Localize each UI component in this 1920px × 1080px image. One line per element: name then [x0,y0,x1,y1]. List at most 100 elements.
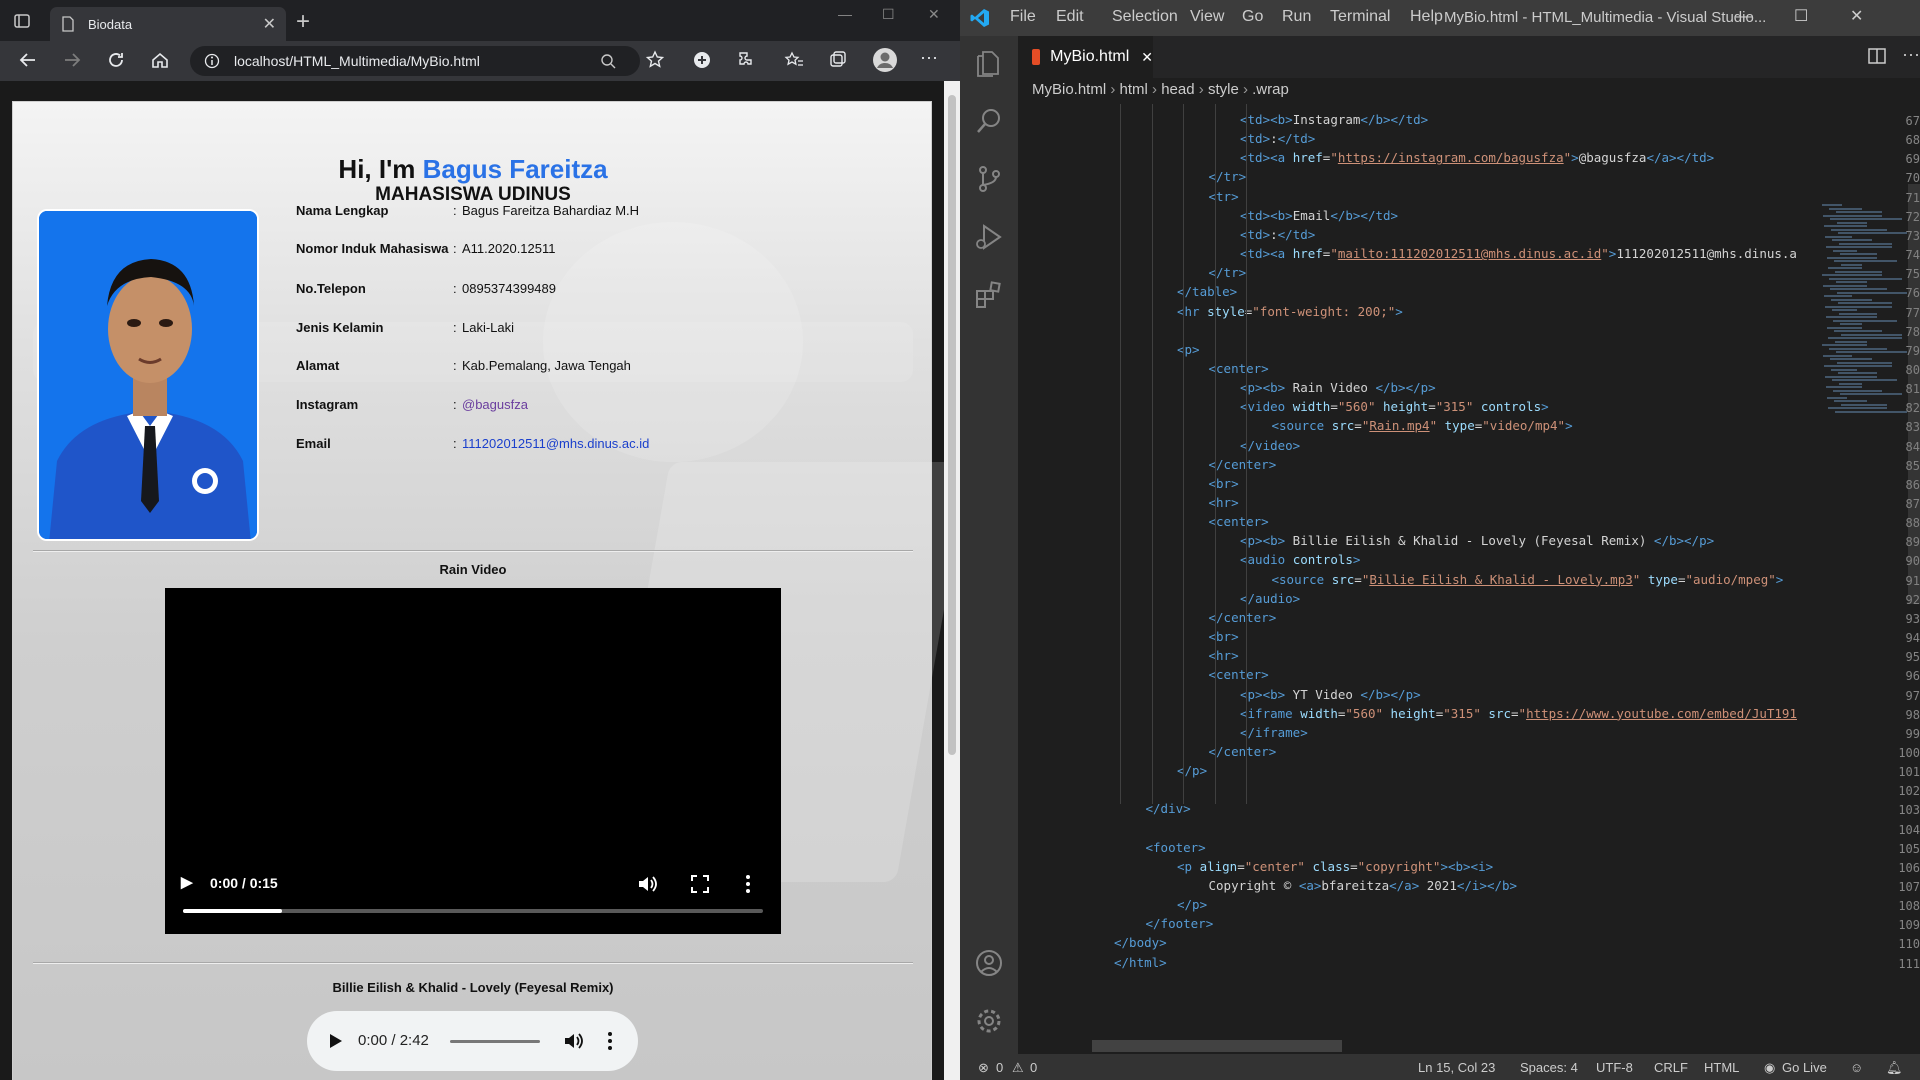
editor-scrollbar[interactable] [1908,184,1920,604]
tab-biodata[interactable]: Biodata ✕ [50,7,286,41]
source-control-icon[interactable] [974,164,1004,194]
back-icon[interactable] [18,50,38,70]
code-token: > [1352,552,1361,568]
profile-avatar[interactable] [872,47,898,73]
indentation[interactable]: Spaces: 4 [1520,1060,1578,1075]
code-token: <hr> [1208,648,1239,664]
extensions-icon[interactable] [736,50,756,70]
menu-go[interactable]: Go [1242,8,1263,26]
broadcast-icon[interactable]: ◉ [1764,1060,1775,1076]
minimap-line [1834,330,1882,332]
instagram-link[interactable]: @bagusfza [462,397,528,412]
accounts-icon[interactable] [974,948,1004,978]
video-progress-bar[interactable] [183,909,763,913]
more-icon[interactable]: ··· [920,47,938,68]
menu-terminal[interactable]: Terminal [1330,8,1390,26]
minimap-line [1825,235,1852,238]
run-debug-icon[interactable] [974,222,1004,252]
info-icon[interactable] [204,53,220,69]
split-editor-icon[interactable] [1868,48,1886,64]
video-player[interactable]: ▶ 0:00 / 0:15 [165,588,781,934]
explorer-icon[interactable] [974,48,1004,78]
audio-seek-bar[interactable] [450,1040,540,1043]
audio-volume-icon[interactable] [563,1032,585,1050]
tab-actions-icon[interactable] [14,14,30,28]
extension-add-icon[interactable] [692,50,712,70]
forward-icon[interactable] [62,50,82,70]
scrollbar-thumb[interactable] [948,95,956,755]
video-more-icon[interactable] [745,874,751,894]
close-editor-icon[interactable]: ✕ [1141,49,1153,66]
breadcrumb-item[interactable]: MyBio.html [1032,81,1106,98]
address-bar[interactable]: localhost/HTML_Multimedia/MyBio.html [190,46,640,76]
code-line: <tr> [1209,189,1239,204]
menu-help[interactable]: Help [1410,8,1443,26]
code-token: = [1354,571,1362,587]
code-editor[interactable]: 67 <td><b>Instagram</b></td> 68 <td>:</td> 6… [1018,104,1920,1054]
feedback-icon[interactable]: ☺ [1850,1060,1863,1075]
zoom-icon[interactable] [600,53,616,69]
refresh-icon[interactable] [106,50,126,70]
menu-edit[interactable]: Edit [1056,8,1084,26]
code-line: <video width="560" height="315" controls… [1240,399,1549,414]
audio-play-icon[interactable] [329,1033,343,1049]
breadcrumb-item[interactable]: style [1208,81,1239,98]
error-count[interactable]: 0 [996,1060,1003,1075]
line-number: 101 [1898,765,1920,780]
favorites-icon[interactable] [784,50,804,70]
language-mode[interactable]: HTML [1704,1060,1739,1075]
code-line: </p> [1177,897,1207,912]
bio-value: A11.2020.12511 [462,241,556,256]
cursor-position[interactable]: Ln 15, Col 23 [1418,1060,1495,1075]
collections-icon[interactable] [828,50,848,70]
go-live-button[interactable]: Go Live [1782,1060,1827,1075]
bio-label: Nomor Induk Mahasiswa [296,241,449,256]
menu-view[interactable]: View [1190,8,1224,26]
extensions-icon[interactable] [974,280,1004,310]
close-tab-icon[interactable]: ✕ [263,14,276,34]
maximize-icon[interactable]: ☐ [882,6,895,23]
code-token: class [1304,858,1351,874]
menu-selection[interactable]: Selection [1112,8,1178,26]
line-ending[interactable]: CRLF [1654,1060,1688,1075]
horizontal-scrollbar[interactable] [1092,1040,1342,1052]
warning-count[interactable]: 0 [1030,1060,1037,1075]
vs-minimize-icon[interactable]: — [1736,8,1752,26]
settings-gear-icon[interactable] [974,1006,1004,1036]
menu-file[interactable]: File [1010,8,1036,26]
audio-more-icon[interactable] [607,1031,613,1051]
breadcrumb-item[interactable]: head [1161,81,1194,98]
editor-more-icon[interactable]: ··· [1902,44,1920,65]
menu-run[interactable]: Run [1282,8,1311,26]
volume-icon[interactable] [637,875,659,893]
vs-close-icon[interactable]: ✕ [1850,6,1863,26]
bio-value: Laki-Laki [462,320,515,335]
page-scrollbar[interactable] [944,81,960,1080]
play-icon[interactable]: ▶ [181,873,193,891]
breadcrumb-item[interactable]: .wrap [1252,81,1289,98]
encoding[interactable]: UTF-8 [1596,1060,1633,1075]
email-link[interactable]: 111202012511@mhs.dinus.ac.id [462,436,649,451]
fullscreen-icon[interactable] [691,875,709,893]
code-token: "560" [1345,705,1384,721]
video-title: Rain Video [439,562,507,577]
notifications-bell-icon[interactable]: 🔔︎ [1886,1060,1903,1076]
tab-mybio-html[interactable]: MyBio.html ✕ [1018,36,1153,78]
close-window-icon[interactable]: ✕ [928,6,940,23]
minimap[interactable] [1822,204,1907,434]
code-line: </center> [1209,744,1277,759]
audio-player[interactable]: 0:00 / 2:42 [307,1011,638,1071]
breadcrumb-item[interactable]: html [1120,81,1148,98]
favorite-add-icon[interactable] [645,50,665,70]
minimap-line [1827,396,1847,399]
vs-maximize-icon[interactable]: ☐ [1794,6,1808,26]
code-token: width [1292,399,1331,415]
minimize-icon[interactable]: — [838,6,852,22]
search-icon[interactable] [974,106,1004,136]
new-tab-button[interactable]: + [296,10,310,34]
warning-icon[interactable]: ⚠ [1012,1060,1024,1076]
home-icon[interactable] [150,50,170,70]
errors-icon[interactable]: ⊗ [978,1060,989,1076]
minimap-line [1836,281,1867,283]
code-token: <br> [1208,629,1239,645]
